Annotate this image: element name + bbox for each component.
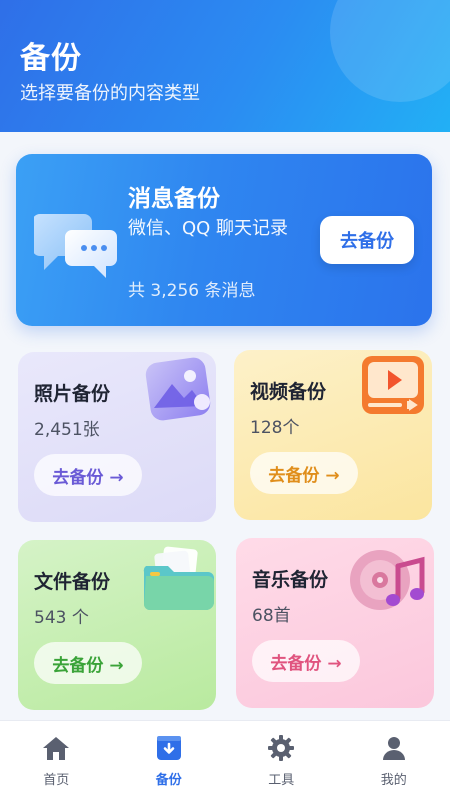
page-title: 备份 — [20, 41, 82, 76]
file-count: 543 个 — [34, 608, 89, 628]
page-subtitle: 选择要备份的内容类型 — [20, 83, 200, 104]
photo-backup-button[interactable]: 去备份 → — [34, 454, 142, 496]
message-backup-card[interactable]: 消息备份 微信、QQ 聊天记录 共 3,256 条消息 去备份 — [16, 154, 432, 326]
photo-icon — [145, 357, 211, 421]
main-content: 消息备份 微信、QQ 聊天记录 共 3,256 条消息 去备份 照片备份 2,4… — [0, 132, 450, 720]
tab-backup[interactable]: 备份 — [113, 721, 226, 800]
message-backup-title: 消息备份 — [128, 186, 220, 212]
header-decoration — [330, 0, 450, 102]
music-disc-icon — [350, 550, 425, 610]
photo-backup-card[interactable]: 照片备份 2,451张 去备份 → — [18, 352, 216, 522]
tab-tools-label: 工具 — [268, 773, 295, 788]
chat-bubbles-icon — [34, 214, 117, 278]
message-backup-button[interactable]: 去备份 — [320, 216, 414, 264]
video-count: 128个 — [250, 418, 300, 438]
video-backup-button[interactable]: 去备份 → — [250, 452, 358, 494]
music-backup-button[interactable]: 去备份 → — [252, 640, 360, 682]
photo-count: 2,451张 — [34, 420, 100, 440]
tab-tools[interactable]: 工具 — [225, 721, 338, 800]
gear-icon — [266, 733, 296, 763]
video-backup-card[interactable]: 视频备份 128个 去备份 → — [234, 350, 432, 520]
music-backup-card[interactable]: 音乐备份 68首 去备份 → — [236, 538, 434, 708]
tab-profile[interactable]: 我的 — [338, 721, 450, 800]
tab-home[interactable]: 首页 — [0, 721, 113, 800]
music-count: 68首 — [252, 606, 291, 626]
tab-profile-label: 我的 — [380, 773, 407, 788]
video-player-icon — [362, 356, 424, 414]
photo-backup-title: 照片备份 — [34, 383, 111, 405]
music-backup-title: 音乐备份 — [252, 569, 329, 591]
message-count: 共 3,256 条消息 — [128, 281, 256, 301]
backup-icon — [154, 733, 184, 763]
tab-backup-label: 备份 — [155, 773, 182, 788]
tab-home-label: 首页 — [43, 773, 70, 788]
home-icon — [41, 733, 71, 763]
folder-icon — [143, 546, 214, 610]
message-backup-description: 微信、QQ 聊天记录 — [128, 218, 289, 239]
video-backup-title: 视频备份 — [250, 381, 327, 403]
user-icon — [379, 733, 409, 763]
page-header: 备份 选择要备份的内容类型 — [0, 0, 450, 132]
bottom-tab-bar: 首页 备份 工具 我的 — [0, 720, 450, 800]
file-backup-card[interactable]: 文件备份 543 个 去备份 → — [18, 540, 216, 710]
file-backup-button[interactable]: 去备份 → — [34, 642, 142, 684]
file-backup-title: 文件备份 — [34, 571, 111, 593]
